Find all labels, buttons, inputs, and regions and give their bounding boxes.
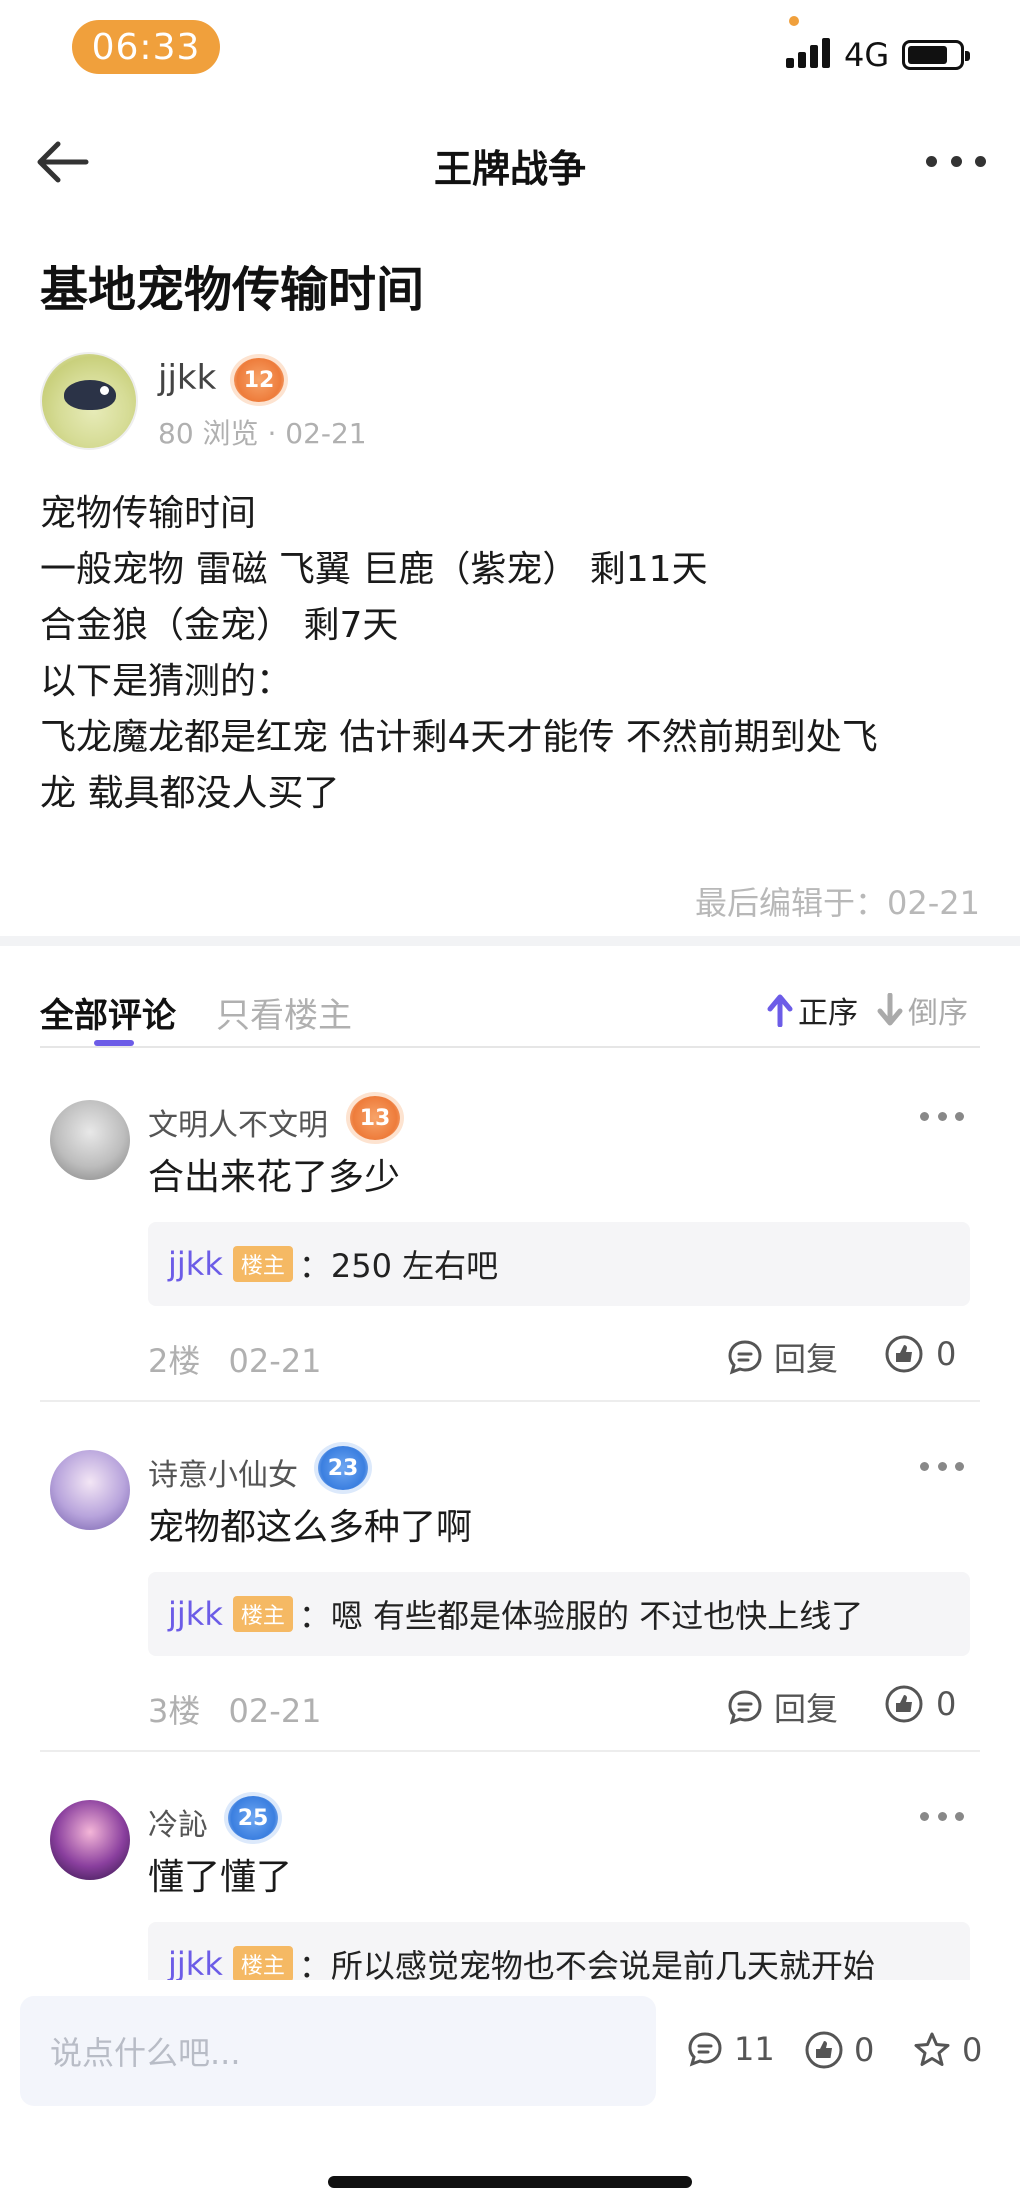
edited-timestamp: 最后编辑于：02-21 bbox=[695, 884, 980, 922]
stars-count: 0 bbox=[962, 2031, 983, 2069]
thumbs-up-icon bbox=[885, 1335, 923, 1373]
reply-author[interactable]: jjkk bbox=[168, 1945, 223, 1983]
like-button[interactable]: 0 bbox=[884, 1334, 956, 1374]
comment-bubble-icon bbox=[728, 1340, 762, 1375]
author-name[interactable]: jjkk bbox=[158, 358, 216, 398]
view-count: 80 浏览 bbox=[158, 417, 259, 450]
sort-descending-button[interactable]: 倒序 bbox=[876, 988, 968, 1032]
reply-text: 嗯 有些都是体验服的 不过也快上线了 bbox=[330, 1597, 864, 1635]
favorite-button[interactable]: 0 bbox=[912, 2030, 982, 2070]
section-divider bbox=[0, 936, 1020, 946]
comment-meta: 3楼 02-21 bbox=[148, 1686, 322, 1732]
body-line: 宠物传输时间 bbox=[40, 493, 257, 534]
level-badge: 13 bbox=[350, 1096, 400, 1140]
home-indicator bbox=[328, 2176, 692, 2188]
reply-author[interactable]: jjkk bbox=[168, 1595, 223, 1633]
comment-date: 02-21 bbox=[228, 1342, 322, 1380]
comments-count: 11 bbox=[734, 2030, 775, 2068]
signal-icon bbox=[786, 38, 832, 68]
recording-indicator-dot bbox=[789, 16, 799, 26]
like-count: 0 bbox=[936, 1335, 957, 1373]
more-options-button[interactable] bbox=[926, 146, 986, 176]
commenter-avatar[interactable] bbox=[50, 1450, 130, 1530]
post-title: 基地宠物传输时间 bbox=[40, 262, 425, 318]
commenter-name[interactable]: 文明人不文明 bbox=[148, 1100, 328, 1144]
tabs-divider bbox=[40, 1046, 980, 1048]
floor-number: 3楼 bbox=[148, 1692, 201, 1730]
sort-ascending-button[interactable]: 正序 bbox=[766, 988, 858, 1032]
thumbs-up-icon bbox=[805, 2031, 843, 2069]
like-count: 0 bbox=[936, 1685, 957, 1723]
comment-more-button[interactable] bbox=[920, 1462, 964, 1474]
like-button[interactable]: 0 bbox=[884, 1684, 956, 1724]
commenter-name[interactable]: 冷訫 bbox=[148, 1800, 208, 1844]
tab-op-only[interactable]: 只看楼主 bbox=[216, 988, 352, 1037]
level-badge: 23 bbox=[318, 1446, 368, 1490]
body-line: 飞龙魔龙都是红宠 估计剩4天才能传 不然前期到处飞 bbox=[40, 717, 878, 758]
commenter-name[interactable]: 诗意小仙女 bbox=[148, 1450, 298, 1494]
comment-input[interactable]: 说点什么吧... bbox=[20, 1996, 656, 2106]
post-like-button[interactable]: 0 bbox=[804, 2030, 874, 2070]
comment-more-button[interactable] bbox=[920, 1812, 964, 1824]
thumbs-up-icon bbox=[885, 1685, 923, 1723]
commenter-avatar[interactable] bbox=[50, 1100, 130, 1180]
arrow-up-icon bbox=[767, 994, 793, 1027]
body-line: 一般宠物 雷磁 飞翼 巨鹿（紫宠） 剩11天 bbox=[40, 549, 708, 590]
comment-divider bbox=[40, 1400, 980, 1402]
post-date: 02-21 bbox=[285, 417, 367, 450]
status-time: 06:33 bbox=[72, 20, 220, 74]
comment-text: 合出来花了多少 bbox=[148, 1157, 401, 1198]
body-line: 以下是猜测的： bbox=[40, 661, 293, 702]
reply-text: 250 左右吧 bbox=[330, 1247, 499, 1285]
comment-bubble-icon bbox=[688, 2032, 722, 2067]
star-icon bbox=[914, 2032, 950, 2066]
reply-author[interactable]: jjkk bbox=[168, 1245, 223, 1283]
arrow-down-icon bbox=[877, 993, 903, 1026]
host-tag: 楼主 bbox=[232, 1946, 293, 1982]
tab-all-comments[interactable]: 全部评论 bbox=[40, 988, 176, 1037]
page-title: 王牌战争 bbox=[433, 147, 586, 191]
floor-number: 2楼 bbox=[148, 1342, 201, 1380]
commenter-avatar[interactable] bbox=[50, 1800, 130, 1880]
body-line: 合金狼（金宠） 剩7天 bbox=[40, 605, 399, 646]
post-body: 宠物传输时间 一般宠物 雷磁 飞翼 巨鹿（紫宠） 剩11天 合金狼（金宠） 剩7… bbox=[40, 486, 990, 822]
host-tag: 楼主 bbox=[232, 1596, 293, 1632]
comment-more-button[interactable] bbox=[920, 1112, 964, 1124]
reply-preview[interactable]: jjkk 楼主 ： 嗯 有些都是体验服的 不过也快上线了 bbox=[148, 1572, 970, 1656]
network-type: 4G bbox=[844, 36, 890, 74]
host-tag: 楼主 bbox=[232, 1246, 293, 1282]
post-meta: 80 浏览 · 02-21 bbox=[158, 417, 367, 450]
comments-count-button[interactable]: 11 bbox=[686, 2030, 775, 2068]
comment-bubble-icon bbox=[728, 1690, 762, 1725]
level-badge: 25 bbox=[228, 1796, 278, 1840]
body-line: 龙 载具都没人买了 bbox=[40, 773, 340, 814]
comment-text: 懂了懂了 bbox=[148, 1857, 293, 1898]
comment-text: 宠物都这么多种了啊 bbox=[148, 1507, 473, 1548]
likes-count: 0 bbox=[854, 2031, 875, 2069]
battery-icon bbox=[902, 40, 970, 70]
reply-button[interactable]: 回复 bbox=[726, 1334, 838, 1380]
comment-date: 02-21 bbox=[228, 1692, 322, 1730]
comment-meta: 2楼 02-21 bbox=[148, 1336, 322, 1382]
reply-preview[interactable]: jjkk 楼主 ： 250 左右吧 bbox=[148, 1222, 970, 1306]
author-avatar[interactable] bbox=[40, 352, 138, 450]
level-badge: 12 bbox=[234, 358, 284, 402]
comment-divider bbox=[40, 1750, 980, 1752]
reply-button[interactable]: 回复 bbox=[726, 1684, 838, 1730]
